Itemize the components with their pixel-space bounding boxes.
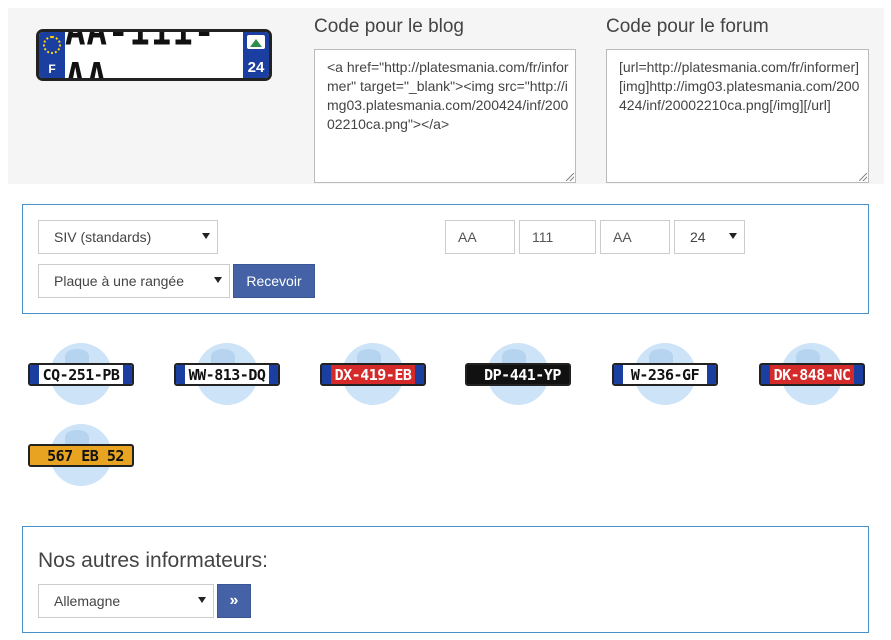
plate-band (30, 446, 39, 465)
plate-band (123, 365, 132, 384)
sample-plate[interactable]: 567 EB 52 (28, 444, 134, 467)
sample-plate[interactable]: CQ-251-PB (28, 363, 134, 386)
sample-plate-text: DX-419-EB (334, 365, 412, 384)
plate-band (322, 365, 331, 384)
plate-type-value: SIV (standards) (54, 229, 152, 245)
go-button[interactable]: » (217, 584, 251, 618)
plate-band (467, 365, 476, 384)
plate-band (30, 365, 39, 384)
blog-code-textarea[interactable]: <a href="http://platesmania.com/fr/infor… (314, 49, 576, 183)
department-select-value: 24 (690, 229, 706, 245)
plate-band (614, 365, 623, 384)
plate-band (854, 365, 863, 384)
main-plate-number: AA-111-AA (65, 29, 216, 81)
department-select[interactable]: 24 (674, 220, 745, 254)
sample-plate[interactable]: W-236-GF (612, 363, 718, 386)
region-logo-icon (247, 35, 265, 49)
country-code: F (48, 62, 56, 76)
sample-plate-text: CQ-251-PB (42, 365, 120, 384)
country-select-value: Allemagne (54, 593, 121, 609)
sample-plate-text: DK-848-NC (773, 365, 851, 384)
forum-code-title: Code pour le forum (606, 16, 769, 37)
plate-generator-form: SIV (standards) Plaque à une rangée Rece… (22, 204, 869, 314)
sample-plate-text: WW-813-DQ (188, 365, 266, 384)
digits-input[interactable]: 111 (519, 220, 596, 254)
plate-band (761, 365, 770, 384)
receive-button[interactable]: Recevoir (233, 264, 315, 298)
chevron-down-icon (214, 277, 222, 283)
plate-band (176, 365, 185, 384)
resize-grip-icon[interactable] (566, 173, 574, 181)
sample-plate[interactable]: DX-419-EB (320, 363, 426, 386)
sample-plate-text: 567 EB 52 (47, 446, 124, 465)
blog-code-title: Code pour le blog (314, 16, 464, 37)
plate-band (707, 365, 716, 384)
plate-rows-select[interactable]: Plaque à une rangée (38, 264, 230, 298)
letters-prefix-input[interactable]: AA (445, 220, 515, 254)
sample-plate-text: W-236-GF (630, 365, 700, 384)
resize-grip-icon[interactable] (859, 173, 867, 181)
chevron-down-icon (198, 597, 206, 603)
forum-code-textarea[interactable]: [url=http://platesmania.com/fr/informer]… (606, 49, 869, 183)
sample-plate[interactable]: DK-848-NC (759, 363, 865, 386)
sample-plate-text: DP-441-YP (484, 365, 561, 384)
other-informers-panel: Nos autres informateurs: Allemagne » (22, 526, 869, 633)
letters-suffix-input[interactable]: AA (600, 220, 670, 254)
sample-plate[interactable]: WW-813-DQ (174, 363, 280, 386)
plate-type-select[interactable]: SIV (standards) (38, 220, 218, 254)
main-plate-preview: F AA-111-AA 24 (36, 29, 272, 81)
sample-plate[interactable]: DP-441-YP (465, 363, 571, 386)
country-select[interactable]: Allemagne (38, 584, 214, 618)
blog-code-text: <a href="http://platesmania.com/fr/infor… (327, 59, 569, 132)
plate-band (415, 365, 424, 384)
department-band: 24 (243, 32, 269, 78)
other-informers-title: Nos autres informateurs: (38, 549, 268, 572)
plate-band (269, 365, 278, 384)
eu-band: F (39, 32, 65, 78)
double-chevron-right-icon: » (229, 592, 239, 609)
chevron-down-icon (729, 233, 737, 239)
chevron-down-icon (202, 233, 210, 239)
eu-stars-icon (43, 36, 61, 54)
department-number: 24 (247, 59, 265, 76)
plate-rows-value: Plaque à une rangée (54, 273, 184, 289)
forum-code-text: [url=http://platesmania.com/fr/informer]… (619, 59, 860, 113)
informer-header: F AA-111-AA 24 Code pour le blog <a href… (8, 8, 884, 184)
